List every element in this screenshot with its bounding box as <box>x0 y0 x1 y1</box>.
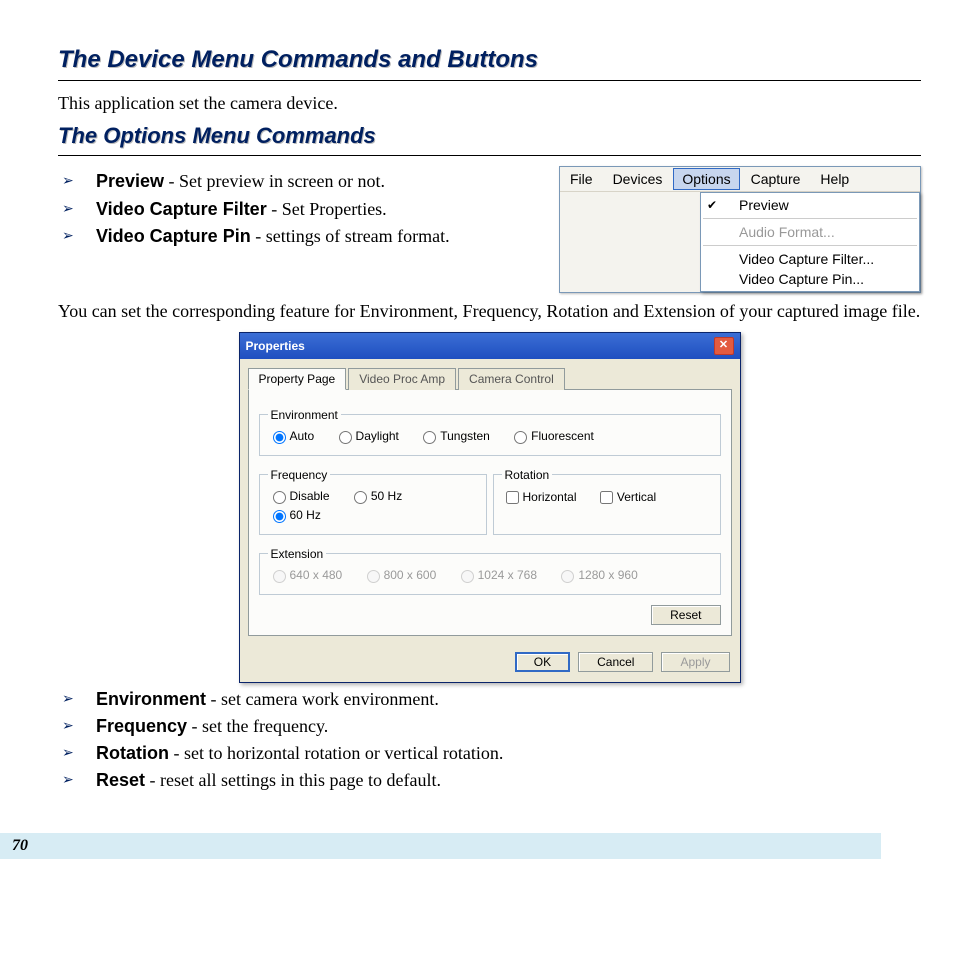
bullet-item: ➢ Rotation - set to horizontal rotation … <box>58 741 921 765</box>
button-bar: OK Cancel Apply <box>240 644 740 682</box>
group-extension: Extension 640 x 480 800 x 600 1024 x 768… <box>259 547 721 595</box>
apply-button: Apply <box>661 652 729 672</box>
bullet-term: Preview <box>96 171 164 191</box>
bullet-item: ➢ Reset - reset all settings in this pag… <box>58 768 921 792</box>
group-legend: Environment <box>268 408 341 422</box>
bullet-icon: ➢ <box>58 197 96 218</box>
close-icon[interactable]: ✕ <box>714 337 734 355</box>
separator <box>703 245 917 246</box>
check-horizontal[interactable]: Horizontal <box>502 488 577 507</box>
rule <box>58 80 921 81</box>
dropdown-audio-format: Audio Format... <box>701 222 919 242</box>
bullet-term: Reset <box>96 770 145 790</box>
rule <box>58 155 921 156</box>
menu-screenshot: File Devices Options Capture Help ✔ Prev… <box>559 166 921 293</box>
tab-camera-control[interactable]: Camera Control <box>458 368 565 390</box>
bullet-icon: ➢ <box>58 714 96 735</box>
radio-800x600: 800 x 600 <box>362 567 437 583</box>
bullet-desc: - reset all settings in this page to def… <box>145 770 441 790</box>
bullet-icon: ➢ <box>58 224 96 245</box>
tab-page: Environment Auto Daylight Tungsten Fluor… <box>248 390 732 636</box>
group-legend: Rotation <box>502 468 553 482</box>
radio-tungsten[interactable]: Tungsten <box>418 428 490 444</box>
bullet-desc: - Set preview in screen or not. <box>164 171 385 191</box>
radio-1280x960: 1280 x 960 <box>556 567 637 583</box>
tab-property-page[interactable]: Property Page <box>248 368 347 390</box>
bullet-icon: ➢ <box>58 687 96 708</box>
cancel-button[interactable]: Cancel <box>578 652 653 672</box>
bullet-desc: - set camera work environment. <box>206 689 439 709</box>
group-rotation: Rotation Horizontal Vertical <box>493 468 721 535</box>
radio-50hz[interactable]: 50 Hz <box>349 488 402 504</box>
menu-options[interactable]: Options <box>673 168 739 190</box>
group-legend: Frequency <box>268 468 331 482</box>
menu-devices[interactable]: Devices <box>603 167 673 191</box>
group-environment: Environment Auto Daylight Tungsten Fluor… <box>259 408 721 456</box>
menu-capture[interactable]: Capture <box>741 167 811 191</box>
dropdown-video-capture-filter[interactable]: Video Capture Filter... <box>701 249 919 269</box>
dropdown-label: Video Capture Pin... <box>739 271 864 287</box>
mid-paragraph: You can set the corresponding feature fo… <box>58 299 921 323</box>
bullet-term: Frequency <box>96 716 187 736</box>
tabs: Property Page Video Proc Amp Camera Cont… <box>248 367 732 390</box>
menu-help[interactable]: Help <box>810 167 859 191</box>
bullet-icon: ➢ <box>58 741 96 762</box>
bullet-desc: - set the frequency. <box>187 716 328 736</box>
menu-file[interactable]: File <box>560 167 603 191</box>
dropdown-label: Audio Format... <box>739 224 835 240</box>
radio-disable[interactable]: Disable <box>268 488 330 504</box>
section2-heading: The Options Menu Commands <box>58 123 921 149</box>
window-title: Properties <box>246 339 305 353</box>
bullet-item: ➢ Preview - Set preview in screen or not… <box>58 169 539 193</box>
dropdown-video-capture-pin[interactable]: Video Capture Pin... <box>701 269 919 289</box>
bullet-desc: - set to horizontal rotation or vertical… <box>169 743 503 763</box>
dropdown-label: Video Capture Filter... <box>739 251 874 267</box>
bullet-icon: ➢ <box>58 768 96 789</box>
bullet-desc: - Set Properties. <box>267 199 387 219</box>
radio-1024x768: 1024 x 768 <box>456 567 537 583</box>
radio-fluorescent[interactable]: Fluorescent <box>509 428 594 444</box>
bullet-term: Video Capture Pin <box>96 226 251 246</box>
bullet-item: ➢ Frequency - set the frequency. <box>58 714 921 738</box>
radio-auto[interactable]: Auto <box>268 428 315 444</box>
section1-text: This application set the camera device. <box>58 91 921 115</box>
bullet-term: Video Capture Filter <box>96 199 267 219</box>
menubar: File Devices Options Capture Help <box>560 167 920 192</box>
radio-60hz[interactable]: 60 Hz <box>268 507 321 523</box>
bullet-item: ➢ Environment - set camera work environm… <box>58 687 921 711</box>
group-frequency: Frequency Disable 50 Hz 60 Hz <box>259 468 487 535</box>
check-vertical[interactable]: Vertical <box>596 488 656 507</box>
bullet-desc: - settings of stream format. <box>251 226 450 246</box>
options-dropdown: ✔ Preview Audio Format... Video Capture … <box>700 192 920 292</box>
properties-window: Properties ✕ Property Page Video Proc Am… <box>239 332 741 683</box>
bullet-term: Environment <box>96 689 206 709</box>
section1-heading: The Device Menu Commands and Buttons <box>58 46 921 74</box>
ok-button[interactable]: OK <box>515 652 570 672</box>
radio-daylight[interactable]: Daylight <box>334 428 399 444</box>
radio-640x480: 640 x 480 <box>268 567 343 583</box>
group-legend: Extension <box>268 547 327 561</box>
bullet-term: Rotation <box>96 743 169 763</box>
bullet-item: ➢ Video Capture Filter - Set Properties. <box>58 197 539 221</box>
reset-button[interactable]: Reset <box>651 605 720 625</box>
bullet-icon: ➢ <box>58 169 96 190</box>
page-number: 70 <box>0 833 881 859</box>
tab-video-proc-amp[interactable]: Video Proc Amp <box>348 368 456 390</box>
separator <box>703 218 917 219</box>
checkmark-icon: ✔ <box>707 198 723 212</box>
bullet-item: ➢ Video Capture Pin - settings of stream… <box>58 224 539 248</box>
dropdown-preview[interactable]: ✔ Preview <box>701 195 919 215</box>
titlebar: Properties ✕ <box>240 333 740 359</box>
dropdown-label: Preview <box>739 197 789 213</box>
